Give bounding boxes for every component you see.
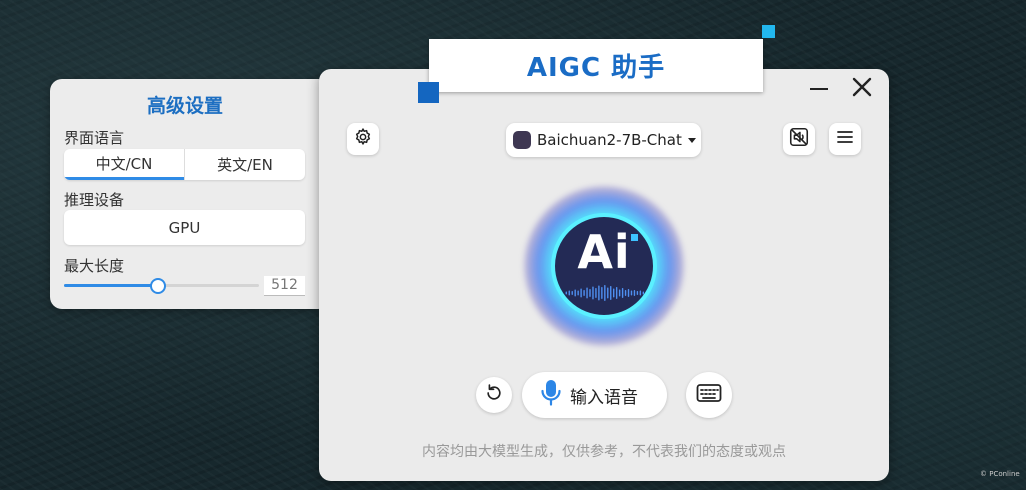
minimize-icon[interactable]: [808, 77, 830, 99]
app-title: AIGC 助手: [526, 53, 666, 83]
mute-button[interactable]: [783, 123, 815, 155]
microphone-icon: [540, 379, 562, 411]
speaker-off-icon: [788, 126, 810, 152]
assistant-window: Baichuan2-7B-Chat Ai 输入语音 内容均由大模型生成，仅供参考…: [319, 69, 889, 481]
close-icon[interactable]: [850, 75, 874, 99]
model-icon: [513, 131, 531, 149]
model-select-dropdown[interactable]: Baichuan2-7B-Chat: [506, 123, 701, 157]
settings-title: 高级设置: [146, 95, 223, 117]
app-title-banner: AIGC 助手: [429, 39, 763, 92]
avatar-i-dot: [631, 234, 638, 241]
language-option-cn[interactable]: 中文/CN: [64, 149, 184, 180]
menu-button[interactable]: [829, 123, 861, 155]
language-option-en[interactable]: 英文/EN: [185, 149, 305, 180]
device-gpu-button[interactable]: GPU: [64, 210, 305, 245]
hamburger-menu-icon: [836, 128, 854, 150]
decorative-square: [418, 82, 439, 103]
voice-input-label: 输入语音: [570, 387, 638, 408]
language-segmented-control: 中文/CN 英文/EN: [64, 149, 305, 180]
slider-thumb[interactable]: [149, 278, 166, 294]
max-length-slider[interactable]: [64, 278, 259, 294]
disclaimer-text: 内容均由大模型生成，仅供参考，不代表我们的态度或观点: [422, 444, 786, 460]
chevron-down-icon: [687, 137, 696, 143]
max-length-label: 最大长度: [64, 257, 125, 275]
language-label: 界面语言: [64, 129, 125, 147]
max-length-input[interactable]: 512: [264, 276, 305, 296]
voice-input-button[interactable]: 输入语音: [522, 372, 667, 418]
device-label: 推理设备: [64, 191, 125, 209]
refresh-icon: [484, 383, 504, 407]
decorative-square: [762, 25, 775, 38]
advanced-settings-panel: 高级设置 界面语言 中文/CN 英文/EN 推理设备 GPU 最大长度 512: [50, 79, 330, 309]
watermark: © PConline: [980, 470, 1020, 478]
avatar-orb: Ai: [551, 213, 657, 319]
gear-icon: [353, 127, 373, 151]
reset-button[interactable]: [476, 377, 512, 413]
slider-fill: [64, 284, 158, 287]
keyboard-button[interactable]: [686, 372, 732, 418]
keyboard-icon: [696, 383, 722, 407]
settings-button[interactable]: [347, 123, 379, 155]
sound-wave-icon: [565, 285, 645, 301]
model-name: Baichuan2-7B-Chat: [537, 131, 682, 149]
ai-avatar: Ai: [524, 186, 684, 346]
avatar-text: Ai: [577, 225, 631, 279]
